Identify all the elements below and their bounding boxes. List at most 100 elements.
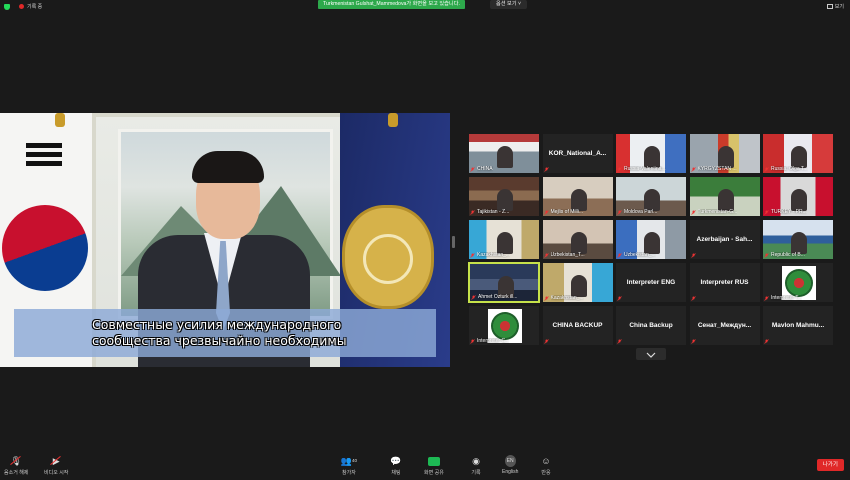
participant-silhouette: [570, 275, 587, 297]
participant-tile[interactable]: Uzbekistan_T...: [541, 219, 614, 260]
participant-tile[interactable]: Ahmet Ozturk ill...: [468, 262, 540, 303]
chat-icon: 💬: [390, 456, 402, 466]
participant-name: Mejlis of Milli...: [550, 209, 584, 215]
participant-tile[interactable]: Turkmenistan-G...: [688, 176, 761, 217]
leave-meeting-button[interactable]: 나가기: [816, 459, 844, 471]
microphone-muted-icon: [764, 339, 769, 344]
participant-name: Interpreter RUS: [700, 279, 749, 286]
participant-name: KYRGYZSTAN ...: [697, 166, 737, 172]
participant-tile[interactable]: Mejlis of Milli...: [541, 176, 614, 217]
participant-tile[interactable]: Tajikistan - Z...: [468, 176, 540, 217]
participant-silhouette: [497, 232, 513, 254]
shared-screen-video[interactable]: Совместные усилия международного сообщес…: [0, 113, 450, 367]
microphone-muted-icon: [690, 296, 696, 301]
participant-name: KOR_National_A...: [548, 150, 607, 157]
participant-name: Interpreter ENG: [626, 279, 676, 286]
participant-tile[interactable]: Republic of B...: [762, 219, 834, 260]
participant-tile[interactable]: CHINA BACKUP: [541, 305, 614, 346]
participant-name: China Backup: [629, 322, 673, 329]
participant-name: CHINA BACKUP: [552, 322, 603, 329]
participant-name: Uzbekistan_...: [624, 252, 656, 258]
participants-button[interactable]: 👥 40 참가자: [340, 456, 358, 476]
participant-tile[interactable]: Interpreter ENG: [615, 262, 687, 303]
chat-button[interactable]: 💬 채팅: [390, 456, 402, 476]
participants-count: 40: [352, 458, 358, 463]
recording-label: 기록 중: [27, 4, 43, 10]
start-video-label: 비디오 시작: [44, 470, 69, 476]
reactions-label: 반응: [541, 470, 551, 476]
participant-name: Russia-Valentina...: [624, 166, 666, 172]
participant-name: Сенат_Междун...: [697, 322, 752, 329]
participant-name: Kazakhstan_...: [477, 252, 511, 258]
participant-name: Mavlon Mahmu...: [771, 322, 825, 329]
microphone-muted-icon: [690, 253, 696, 258]
share-screen-label: 화면 공유: [424, 470, 444, 476]
record-button[interactable]: ◉ 기록: [470, 456, 482, 476]
participant-tile[interactable]: KYRGYZSTAN ...: [688, 133, 761, 174]
microphone-muted-icon: [764, 253, 769, 258]
microphone-muted-icon: [764, 210, 769, 215]
participants-label: 참가자: [342, 470, 356, 476]
microphone-muted-icon: [617, 253, 622, 258]
microphone-muted-icon: [543, 253, 549, 258]
microphone-muted-icon: [470, 253, 475, 258]
split-divider-handle[interactable]: [452, 236, 455, 248]
microphone-muted-icon: [690, 210, 696, 215]
microphone-muted-icon: [543, 167, 549, 172]
microphone-muted-icon: [470, 167, 475, 172]
participant-name: Azerbaijan - Sah...: [696, 236, 753, 243]
view-options-button[interactable]: 옵션 보기 ˅: [490, 0, 528, 9]
participant-tile[interactable]: Interpreter C...: [468, 305, 540, 346]
microphone-muted-icon: [543, 296, 549, 301]
participant-tile[interactable]: Kazakhstan_...: [541, 262, 614, 303]
participant-tile[interactable]: Kazakhstan_...: [468, 219, 540, 260]
participant-tile[interactable]: CHINA: [468, 133, 540, 174]
grid-view-icon: [826, 4, 833, 9]
participant-name: Interpreter T...: [771, 295, 803, 301]
participant-tile[interactable]: Russia. Olga T...: [762, 133, 834, 174]
participant-silhouette: [791, 232, 807, 254]
unmute-label: 음소거 해제: [4, 470, 29, 476]
security-shield-icon[interactable]: [4, 3, 10, 10]
reaction-smile-icon: ☺: [541, 456, 551, 466]
participant-tile[interactable]: TURKEY - PR...: [762, 176, 834, 217]
start-video-button[interactable]: ▶ 비디오 시작: [44, 456, 68, 476]
participant-silhouette: [497, 146, 513, 168]
language-interpretation-button[interactable]: EN English: [502, 455, 518, 475]
microphone-muted-icon: [470, 210, 475, 215]
microphone-muted-icon: [470, 339, 475, 344]
participants-icon: 👥 40: [340, 456, 358, 466]
screen-share-banner: Turkmenistan Gulshat_Mammedova가 화면을 보고 있…: [318, 0, 465, 9]
participant-tile[interactable]: Russia-Valentina...: [615, 133, 687, 174]
participant-name: Interpreter C...: [477, 338, 510, 344]
subtitle-line-2: сообщества чрезвычайно необходимы: [92, 333, 347, 348]
subtitle-text: Совместные усилия международного сообщес…: [92, 317, 422, 349]
participant-tile[interactable]: Mavlon Mahmu...: [762, 305, 834, 346]
record-icon: ◉: [472, 456, 480, 466]
participant-tile[interactable]: Interpreter RUS: [688, 262, 761, 303]
participant-tile[interactable]: Uzbekistan_...: [615, 219, 687, 260]
participant-silhouette: [717, 146, 734, 168]
participant-tile[interactable]: Сенат_Междун...: [688, 305, 761, 346]
participant-name: Tajikistan - Z...: [477, 209, 510, 215]
recording-indicator[interactable]: 기록 중: [4, 3, 42, 10]
microphone-muted-icon: [543, 339, 549, 344]
share-screen-button[interactable]: 화면 공유: [424, 456, 444, 476]
share-screen-icon: [427, 456, 440, 466]
participant-tile[interactable]: KOR_National_A...: [541, 133, 614, 174]
participant-tile[interactable]: China Backup: [615, 305, 687, 346]
participant-tile[interactable]: Azerbaijan - Sah...: [688, 219, 761, 260]
microphone-muted-icon: [617, 296, 622, 301]
gallery-next-page-button[interactable]: [636, 348, 666, 360]
participant-tile[interactable]: Moldova Parl...: [615, 176, 687, 217]
participant-tile[interactable]: Interpreter T...: [762, 262, 834, 303]
reactions-button[interactable]: ☺ 반응: [540, 456, 552, 476]
view-button[interactable]: 보기: [826, 3, 844, 10]
top-bar: 기록 중 Turkmenistan Gulshat_Mammedova가 화면을…: [0, 0, 850, 12]
unmute-button[interactable]: 🎙 음소거 해제: [4, 456, 28, 476]
globe-language-icon: EN: [504, 455, 516, 467]
participant-silhouette: [791, 146, 807, 168]
participant-silhouette: [570, 232, 587, 254]
microphone-muted-icon: [764, 167, 769, 172]
participant-name: Kazakhstan_...: [550, 295, 584, 301]
